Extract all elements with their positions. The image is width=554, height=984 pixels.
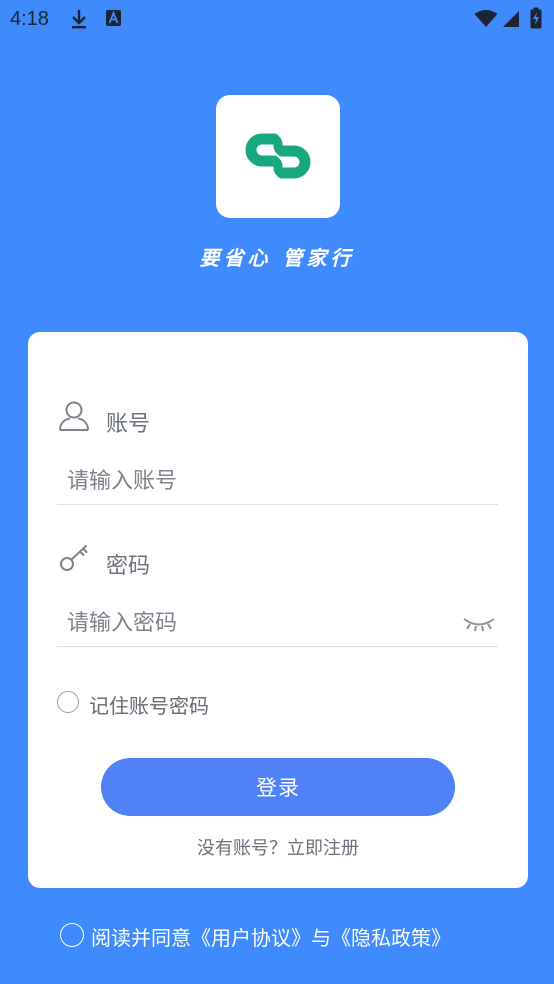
password-field[interactable] xyxy=(57,602,498,647)
account-input[interactable] xyxy=(67,460,447,502)
agreement-text[interactable]: 阅读并同意《用户协议》与《隐私政策》 xyxy=(91,922,451,951)
password-label-row: 密码 xyxy=(58,540,358,580)
login-card: 账号 密码 记住账号密码 登录 没有账号？立即注册 xyxy=(28,332,528,888)
download-icon xyxy=(72,10,86,29)
password-input[interactable] xyxy=(67,602,447,644)
a-badge-icon xyxy=(106,10,121,26)
password-label: 密码 xyxy=(106,554,151,579)
key-icon xyxy=(60,545,88,571)
agreement-radio[interactable] xyxy=(60,923,84,947)
app-logo xyxy=(216,95,340,218)
status-time: 4:18 xyxy=(10,8,49,30)
remember-radio[interactable] xyxy=(57,691,79,713)
remember-label: 记住账号密码 xyxy=(89,694,209,718)
account-field[interactable] xyxy=(57,460,498,505)
eye-closed-icon[interactable] xyxy=(462,616,496,632)
remember-checkbox[interactable]: 记住账号密码 xyxy=(57,689,277,719)
slogan: 要省心 管家行 xyxy=(199,246,355,270)
signal-icon xyxy=(503,11,519,27)
register-link[interactable]: 没有账号？立即注册 xyxy=(28,834,528,860)
login-button[interactable]: 登录 xyxy=(101,758,455,816)
account-label: 账号 xyxy=(106,412,151,437)
wifi-icon xyxy=(474,10,498,27)
app-logo-icon xyxy=(245,133,311,179)
agreement-row[interactable]: 阅读并同意《用户协议》与《隐私政策》 xyxy=(60,921,500,951)
battery-icon xyxy=(530,7,542,29)
status-bar: 4:18 xyxy=(0,0,554,38)
account-label-row: 账号 xyxy=(58,398,358,438)
user-icon xyxy=(59,401,89,431)
